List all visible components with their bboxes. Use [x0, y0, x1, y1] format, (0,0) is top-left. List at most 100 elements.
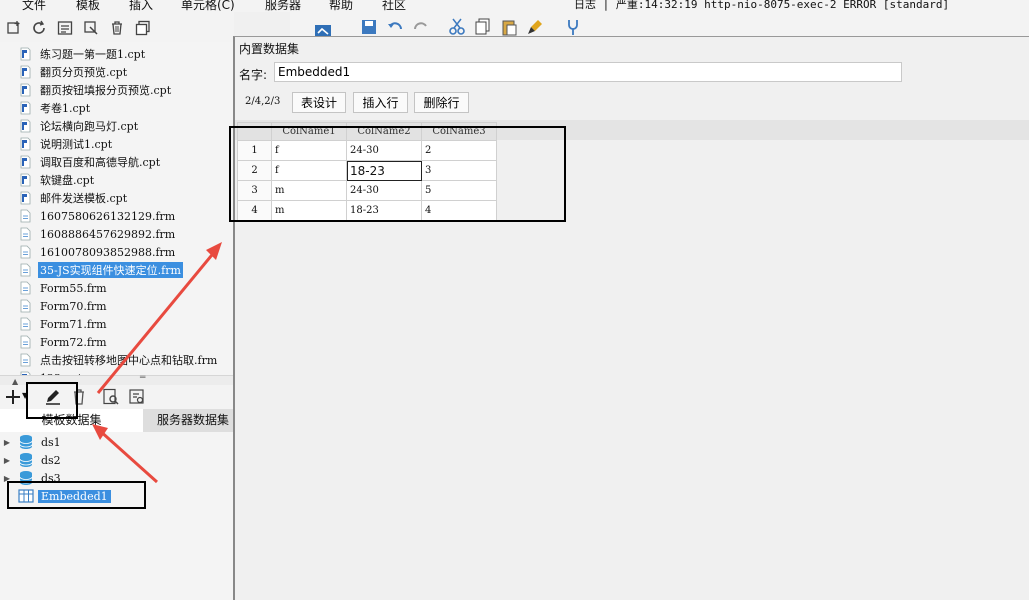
- dataset-tabs: 模板数据集 服务器数据集: [0, 409, 243, 432]
- delete-row-button[interactable]: 删除行: [414, 92, 469, 113]
- file-tree-item[interactable]: Form70.frm: [18, 297, 109, 315]
- dataset-tree-item[interactable]: ▶ ds1: [0, 433, 64, 451]
- embedded-table-icon: [18, 488, 34, 504]
- table-cell[interactable]: f: [271, 160, 347, 181]
- expand-caret-icon[interactable]: ▶: [0, 456, 14, 465]
- file-tree-item[interactable]: 说明测试1.cpt: [18, 135, 114, 153]
- menu-server[interactable]: 服务器: [265, 0, 301, 12]
- row-number[interactable]: 1: [237, 140, 272, 161]
- dataset-tree: ▶ ds1 ▶ ds2 ▶ ds3 Embedded1: [0, 432, 234, 600]
- file-tree-label: 邮件发送模板.cpt: [40, 192, 128, 205]
- database-icon: [18, 470, 34, 486]
- panel-splitter[interactable]: ▲ ═: [0, 373, 234, 386]
- delete-dataset-icon[interactable]: [70, 388, 88, 406]
- edit-pencil-icon[interactable]: [44, 388, 62, 406]
- file-tree-item[interactable]: 1608886457629892.frm: [18, 225, 177, 243]
- dataset-tree-label: Embedded1: [38, 489, 111, 503]
- file-tree-item[interactable]: 考卷1.cpt: [18, 99, 92, 117]
- copy-icon[interactable]: [135, 20, 151, 36]
- save-icon[interactable]: [360, 18, 378, 36]
- dataset-toolbar: ▼: [0, 385, 234, 409]
- column-header[interactable]: ColName2: [346, 122, 422, 141]
- table-cell-editing[interactable]: 18-23: [346, 160, 422, 181]
- dataset-tree-item[interactable]: ▶ ds3: [0, 469, 64, 487]
- dataset-name-input[interactable]: [274, 62, 902, 82]
- file-tree-item[interactable]: 翻页分页预览.cpt: [18, 63, 129, 81]
- file-tree-item[interactable]: 论坛横向跑马灯.cpt: [18, 117, 140, 135]
- frm-file-icon: [18, 209, 32, 223]
- table-cell[interactable]: f: [271, 140, 347, 161]
- plugin-icon[interactable]: [564, 18, 582, 36]
- menu-cell[interactable]: 单元格(C): [181, 0, 235, 12]
- dataset-tree-item[interactable]: ▶ ds2: [0, 451, 64, 469]
- table-cell[interactable]: 24-30: [346, 140, 422, 161]
- add-dataset-icon[interactable]: [4, 388, 22, 406]
- dataset-tree-item[interactable]: Embedded1: [0, 487, 111, 505]
- cpt-file-icon: [18, 47, 32, 61]
- menu-template[interactable]: 模板: [76, 0, 100, 12]
- insert-row-button[interactable]: 插入行: [353, 92, 408, 113]
- table-cell[interactable]: 4: [421, 200, 497, 221]
- file-tree-item[interactable]: Form72.frm: [18, 333, 109, 351]
- file-tree-item[interactable]: 练习题一第一题1.cpt: [18, 45, 147, 63]
- table-cell[interactable]: 5: [421, 180, 497, 201]
- menu-insert[interactable]: 插入: [129, 0, 153, 12]
- dataset-tree-label: ds1: [41, 435, 61, 449]
- cut-icon[interactable]: [448, 18, 466, 36]
- menu-file[interactable]: 文件: [22, 0, 46, 12]
- refresh-icon[interactable]: [31, 20, 47, 36]
- tab-server-datasets[interactable]: 服务器数据集: [143, 409, 243, 432]
- cpt-file-icon: [18, 65, 32, 79]
- properties-icon[interactable]: [57, 20, 73, 36]
- new-folder-icon[interactable]: [6, 20, 22, 36]
- file-tree-item[interactable]: 翻页按钮填报分页预览.cpt: [18, 81, 173, 99]
- paste-icon[interactable]: [500, 18, 518, 36]
- row-number[interactable]: 4: [237, 200, 272, 221]
- copy-cell-icon[interactable]: [474, 18, 492, 36]
- table-cell[interactable]: 3: [421, 160, 497, 181]
- file-tree-item[interactable]: Form55.frm: [18, 279, 109, 297]
- tab-template-datasets[interactable]: 模板数据集: [0, 409, 143, 432]
- file-tree-item[interactable]: 软键盘.cpt: [18, 171, 96, 189]
- splitter-grip-icon[interactable]: ═: [140, 373, 145, 383]
- file-tree-item[interactable]: Form71.frm: [18, 315, 109, 333]
- column-header[interactable]: ColName3: [421, 122, 497, 141]
- file-tree-label: 论坛横向跑马灯.cpt: [40, 120, 139, 133]
- file-tree-label: 翻页按钮填报分页预览.cpt: [40, 84, 172, 97]
- format-brush-icon[interactable]: [526, 18, 544, 36]
- table-cell[interactable]: 2: [421, 140, 497, 161]
- menu-community[interactable]: 社区: [382, 0, 406, 12]
- undo-icon[interactable]: [386, 18, 404, 36]
- chevron-down-icon[interactable]: ▼: [22, 391, 28, 400]
- cpt-file-icon: [18, 83, 32, 97]
- file-tree-item[interactable]: 点击按钮转移地图中心点和钻取.frm: [18, 351, 219, 369]
- column-header[interactable]: ColName1: [271, 122, 347, 141]
- menu-help[interactable]: 帮助: [329, 0, 353, 12]
- grid-corner: [237, 122, 272, 141]
- table-design-button[interactable]: 表设计: [292, 92, 346, 113]
- expand-caret-icon[interactable]: ▶: [0, 438, 14, 447]
- expand-caret-icon[interactable]: ▶: [0, 474, 14, 483]
- table-cell[interactable]: 24-30: [346, 180, 422, 201]
- redo-icon[interactable]: [412, 18, 430, 36]
- table-row: 1 f 24-30 2: [237, 140, 497, 161]
- file-tree-item[interactable]: 35-JS实现组件快速定位.frm: [18, 261, 183, 279]
- file-toolbar: [0, 12, 234, 42]
- file-tree-item[interactable]: 邮件发送模板.cpt: [18, 189, 129, 207]
- preview-dataset-icon[interactable]: [102, 388, 120, 406]
- table-cell[interactable]: m: [271, 200, 347, 221]
- file-tree-label: 1608886457629892.frm: [40, 227, 176, 241]
- table-cell[interactable]: m: [271, 180, 347, 201]
- delete-icon[interactable]: [109, 20, 125, 36]
- table-cell[interactable]: 18-23: [346, 200, 422, 221]
- file-tree-item[interactable]: 1607580626132129.frm: [18, 207, 177, 225]
- dataset-params-icon[interactable]: [128, 388, 146, 406]
- row-number[interactable]: 3: [237, 180, 272, 201]
- frm-file-icon: [18, 281, 32, 295]
- table-row: 2 f 18-23 3: [237, 160, 497, 181]
- locate-icon[interactable]: [83, 20, 99, 36]
- row-number[interactable]: 2: [237, 160, 272, 181]
- cpt-file-icon: [18, 101, 32, 115]
- file-tree-item[interactable]: 1610078093852988.frm: [18, 243, 177, 261]
- file-tree-item[interactable]: 调取百度和高德导航.cpt: [18, 153, 162, 171]
